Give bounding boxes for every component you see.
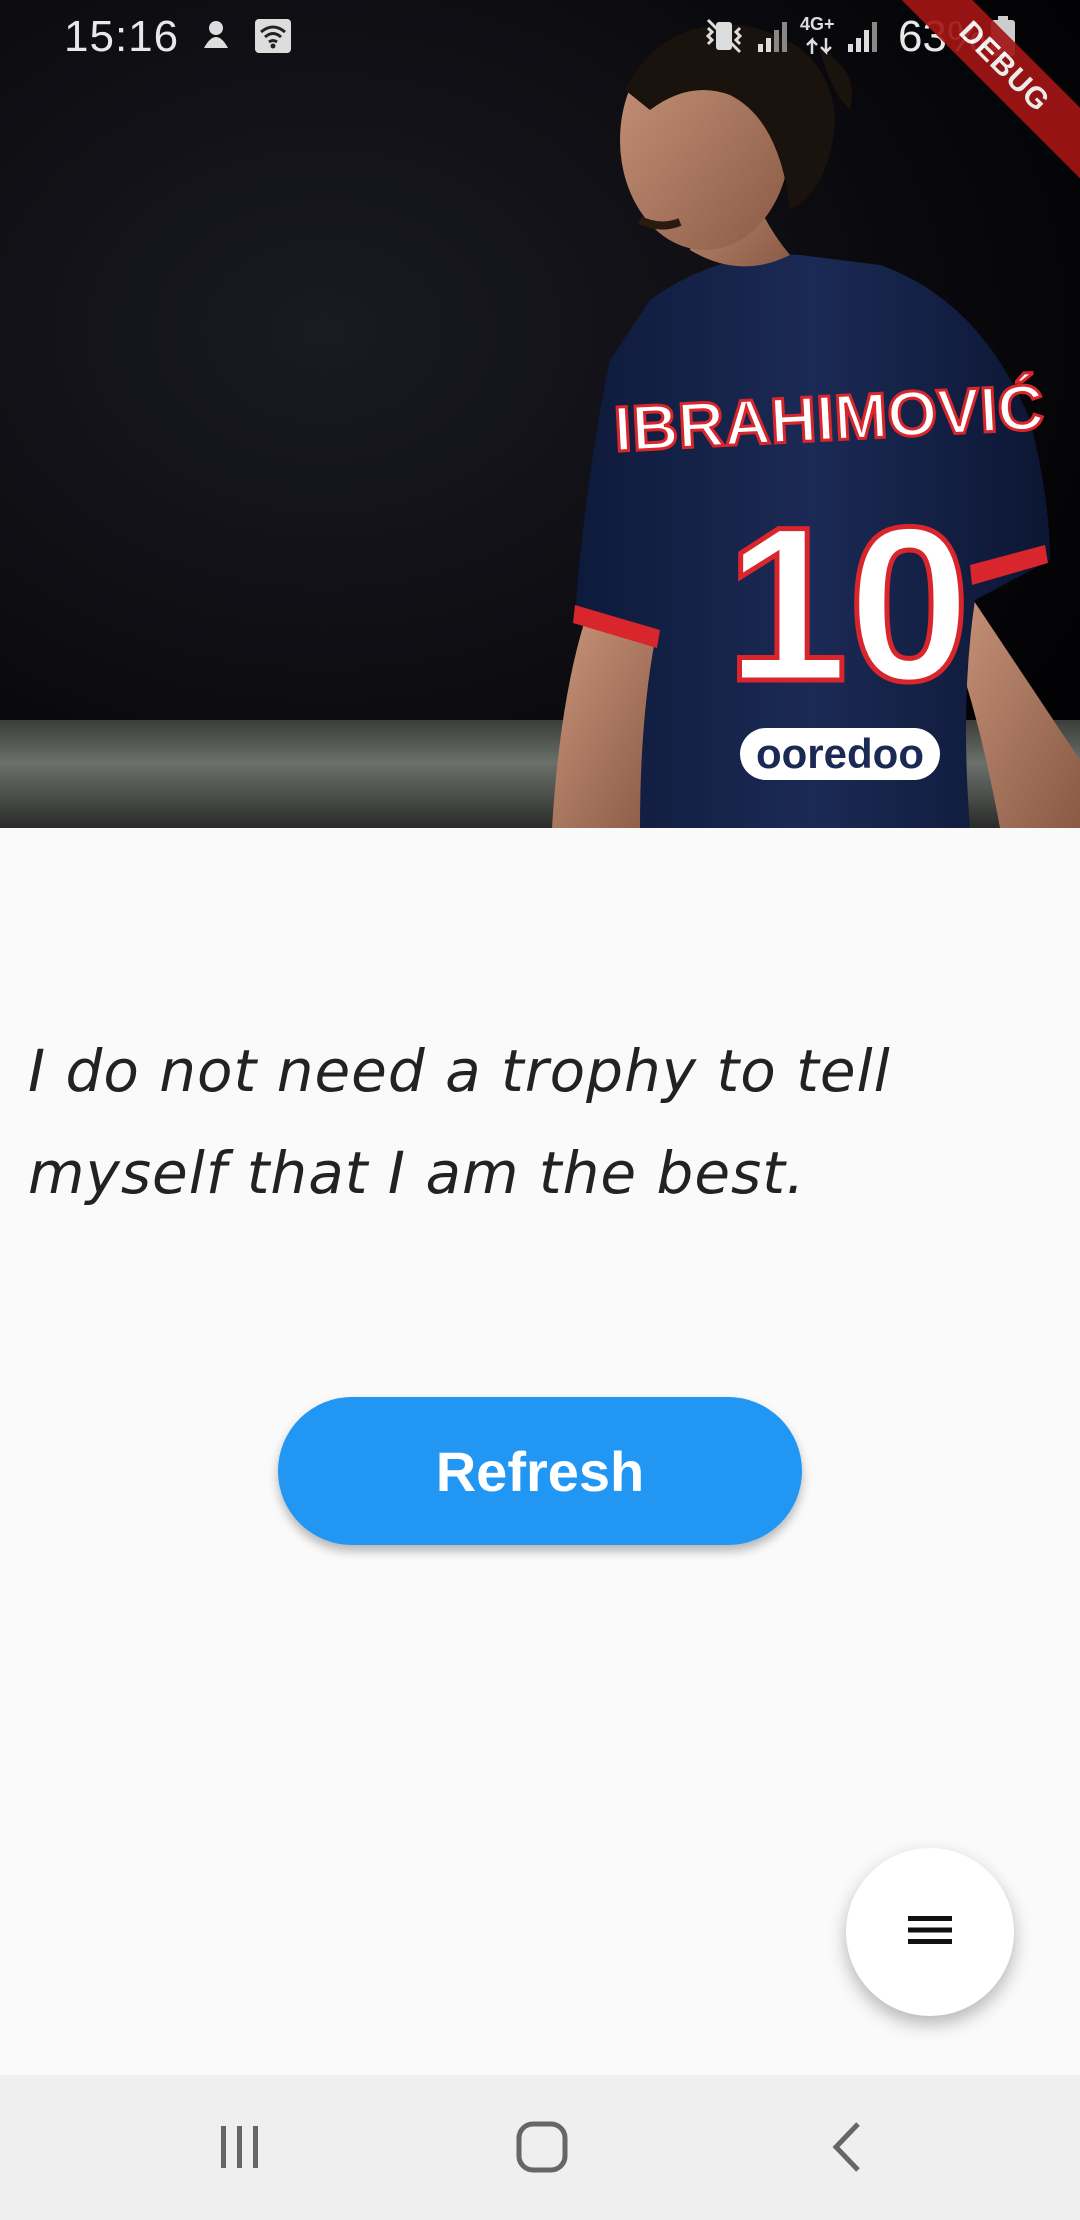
- signal-icon: [846, 18, 882, 59]
- network-type-label: 4G+: [800, 14, 835, 34]
- hero-image: IBRAHIMOVIĆ 10 ooredoo: [0, 0, 1080, 828]
- vibrate-icon: [704, 18, 744, 59]
- jersey-number: 10: [726, 481, 971, 727]
- menu-icon: [906, 1912, 954, 1953]
- refresh-button[interactable]: Refresh: [278, 1397, 802, 1545]
- system-nav-bar: [0, 2075, 1080, 2220]
- notification-icon: [198, 18, 234, 59]
- recents-icon: [215, 2122, 265, 2177]
- wifi-box-icon: [254, 18, 292, 59]
- clock: 15:16: [64, 12, 180, 61]
- home-button[interactable]: [512, 2119, 572, 2179]
- quote-text: I do not need a trophy to tell myself th…: [28, 1037, 891, 1207]
- back-icon: [828, 2120, 868, 2179]
- player-photo: IBRAHIMOVIĆ 10 ooredoo: [0, 0, 1080, 828]
- sponsor-logo: ooredoo: [756, 730, 924, 777]
- menu-fab[interactable]: [846, 1848, 1014, 2016]
- recents-button[interactable]: [210, 2119, 270, 2179]
- back-button[interactable]: [818, 2119, 878, 2179]
- signal-icon: [756, 18, 792, 59]
- data-arrows-icon: [804, 36, 834, 61]
- home-icon: [515, 2120, 569, 2179]
